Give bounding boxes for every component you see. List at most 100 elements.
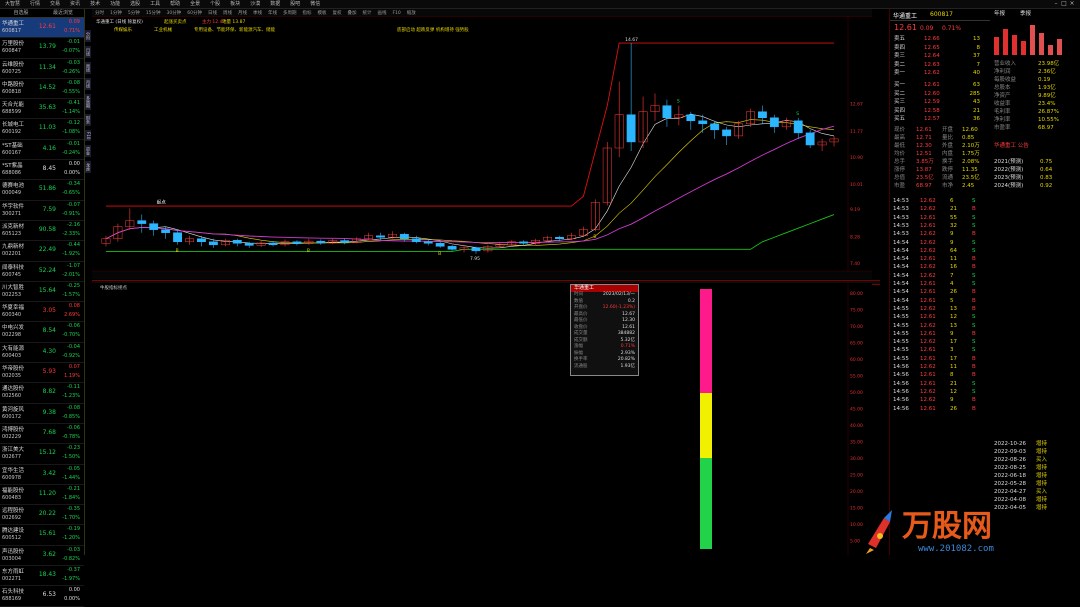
maximize-icon[interactable]: □ — [1060, 0, 1068, 8]
watchlist-row[interactable]: 福能股份 600483 11.20 -0.21 -1.84% — [0, 485, 84, 506]
candle-body[interactable] — [722, 129, 732, 137]
candle-body[interactable] — [698, 120, 708, 125]
toolbar-item[interactable]: 多周期 — [280, 10, 300, 17]
toolbar-item[interactable]: 复权 — [329, 10, 344, 17]
menu-item[interactable]: 交易 — [45, 0, 65, 8]
watchlist-row[interactable]: 闻泰科技 600745 52.24 -1.07 -2.01% — [0, 262, 84, 282]
candle-body[interactable] — [793, 120, 803, 134]
menu-item[interactable]: 工具 — [145, 0, 165, 8]
watchlist-row[interactable]: 石头科技 688169 6.53 0.00 0.00% — [0, 586, 84, 607]
toolbar-item[interactable]: 缩放 — [404, 10, 419, 17]
watchlist-row[interactable]: 九鼎新材 002201 22.49 -0.44 -1.92% — [0, 241, 84, 262]
tab-recent[interactable]: 最近浏览 — [42, 9, 84, 17]
candle-body[interactable] — [376, 235, 385, 238]
watchlist-row[interactable]: 万里股份 600847 13.79 -0.01 -0.07% — [0, 38, 84, 59]
watchlist-row[interactable]: 华夏幸福 600340 3.05 0.08 2.69% — [0, 302, 84, 323]
menu-item[interactable]: 技术 — [85, 0, 105, 8]
menu-item[interactable]: 板块 — [225, 0, 245, 8]
candle-body[interactable] — [435, 243, 445, 247]
candle-body[interactable] — [197, 238, 206, 243]
menu-item[interactable]: 全景 — [185, 0, 205, 8]
watchlist-row[interactable]: 宜华生活 600978 3.42 -0.05 -1.44% — [0, 465, 84, 485]
candle-body[interactable] — [471, 247, 481, 252]
candle-body[interactable] — [292, 241, 302, 244]
toolbar-item[interactable]: 叠加 — [344, 10, 359, 17]
watchlist-row[interactable]: 黄河旋风 600172 9.38 -0.08 -0.85% — [0, 404, 84, 424]
candle-body[interactable] — [757, 111, 767, 118]
vertical-tab[interactable]: 月线 — [85, 78, 91, 90]
candle-body[interactable] — [555, 236, 564, 240]
menu-item[interactable]: 微信 — [305, 0, 325, 8]
candle-body[interactable] — [662, 105, 672, 119]
candle-body[interactable] — [232, 240, 242, 244]
watchlist-row[interactable]: 华通重工 600817 12.61 0.09 0.71% — [0, 18, 84, 39]
close-icon[interactable]: × — [1068, 0, 1076, 8]
vertical-tab[interactable]: 资金 — [85, 145, 91, 158]
candle-body[interactable] — [161, 229, 171, 233]
candlestick-chart[interactable]: 华通重工 (日线 除复权) 起涨买卖点 主力 12.47地量 13.87传媒娱乐 工业… — [92, 17, 872, 279]
vertical-tab[interactable]: 龙虎 — [85, 161, 91, 174]
toolbar-item[interactable]: 30分钟 — [163, 10, 184, 17]
menu-item[interactable]: 大智慧 — [0, 0, 25, 8]
candle-body[interactable] — [411, 238, 421, 243]
tab-quarterly[interactable]: 季报 — [1020, 11, 1031, 19]
toolbar-item[interactable]: F10 — [389, 10, 403, 17]
watchlist-row[interactable]: 华帝股份 002035 5.93 0.07 1.19% — [0, 363, 84, 384]
vertical-tab[interactable]: 日线 — [85, 46, 91, 58]
watchlist-row[interactable]: 浙江美大 002677 15.12 -0.23 -1.50% — [0, 444, 84, 465]
watchlist-row[interactable]: 中电兴发 002298 8.54 -0.06 -0.70% — [0, 322, 84, 343]
watchlist-row[interactable]: *ST基础 600167 4.16 -0.01 -0.24% — [0, 140, 84, 161]
watchlist-row[interactable]: 腾达建设 600512 15.61 -0.19 -1.20% — [0, 525, 84, 546]
candle-body[interactable] — [268, 242, 278, 246]
watchlist-row[interactable]: 声迅股份 003004 3.62 -0.03 -0.82% — [0, 546, 84, 567]
watchlist-row[interactable]: 大有能源 600403 4.30 -0.04 -0.92% — [0, 343, 84, 364]
watchlist-row[interactable]: *ST紫晶 688086 8.45 0.00 0.00% — [0, 160, 84, 181]
watchlist-row[interactable]: 川大智胜 002253 15.64 -0.25 -1.57% — [0, 282, 84, 303]
watchlist-row[interactable]: 远程股份 002692 20.22 -0.35 -1.70% — [0, 505, 84, 526]
menu-item[interactable]: 功能 — [105, 0, 125, 8]
indicator-chart[interactable]: 牛股指标拐点 80.00 75.00 70.00 65.00 60.00 55.00 50.0… — [92, 283, 872, 555]
toolbar-item[interactable]: 模板 — [314, 10, 329, 17]
watchlist-row[interactable]: 鸿博股份 002229 7.68 -0.06 -0.78% — [0, 424, 84, 445]
toolbar-item[interactable]: 分时 — [92, 10, 107, 17]
candle-body[interactable] — [137, 220, 147, 224]
menu-item[interactable]: 数据 — [265, 0, 285, 8]
candle-body[interactable] — [149, 223, 159, 230]
vertical-tab[interactable]: 周线 — [85, 62, 91, 74]
candle-body[interactable] — [805, 132, 815, 146]
watchlist-row[interactable]: 华宇软件 300271 7.59 -0.07 -0.91% — [0, 201, 84, 221]
toolbar-item[interactable]: 日线 — [205, 10, 220, 17]
vertical-tab[interactable]: 多周期 — [85, 94, 91, 110]
menu-item[interactable]: 资讯 — [65, 0, 85, 8]
menu-item[interactable]: 沙漠 — [245, 0, 265, 8]
tab-annual[interactable]: 年报 — [994, 11, 1005, 19]
minimize-icon[interactable]: – — [1052, 0, 1060, 8]
candle-body[interactable] — [208, 241, 218, 246]
toolbar-item[interactable]: 月线 — [235, 10, 250, 17]
candle-body[interactable] — [447, 246, 457, 250]
candle-body[interactable] — [244, 243, 254, 246]
toolbar-item[interactable]: 季线 — [250, 10, 265, 17]
menu-item[interactable]: 行情 — [25, 0, 45, 8]
candle-body[interactable] — [686, 114, 696, 122]
watchlist-row[interactable]: 云维股份 600725 11.34 -0.03 -0.26% — [0, 59, 84, 79]
candle-body[interactable] — [423, 241, 433, 244]
menu-item[interactable]: 选股 — [125, 0, 145, 8]
watchlist-row[interactable]: 中路股份 600818 14.52 -0.08 -0.55% — [0, 79, 84, 100]
candle-body[interactable] — [340, 240, 350, 243]
candle-body[interactable] — [519, 241, 529, 244]
watchlist-row[interactable]: 天合光能 688599 35.63 -0.41 -1.14% — [0, 99, 84, 120]
tooltip-title[interactable]: 华通重工 — [571, 285, 638, 292]
watchlist-row[interactable]: 长城电工 600192 11.03 -0.12 -1.08% — [0, 119, 84, 140]
candle-body[interactable] — [173, 232, 183, 243]
toolbar-item[interactable]: 指标 — [299, 10, 314, 17]
watchlist-row[interactable]: 派克新材 605123 90.58 -2.16 -2.33% — [0, 221, 84, 242]
toolbar-item[interactable]: 1分钟 — [107, 10, 125, 17]
toolbar-item[interactable]: 画线 — [374, 10, 389, 17]
watchlist-row[interactable]: 通达股份 002560 8.82 -0.11 -1.23% — [0, 383, 84, 404]
toolbar-item[interactable]: 5分钟 — [125, 10, 143, 17]
toolbar-item[interactable]: 60分钟 — [184, 10, 205, 17]
candle-body[interactable] — [710, 123, 720, 131]
watchlist-row[interactable]: 德赛电池 000049 51.86 -0.34 -0.65% — [0, 180, 84, 201]
toolbar-item[interactable]: 统计 — [359, 10, 374, 17]
